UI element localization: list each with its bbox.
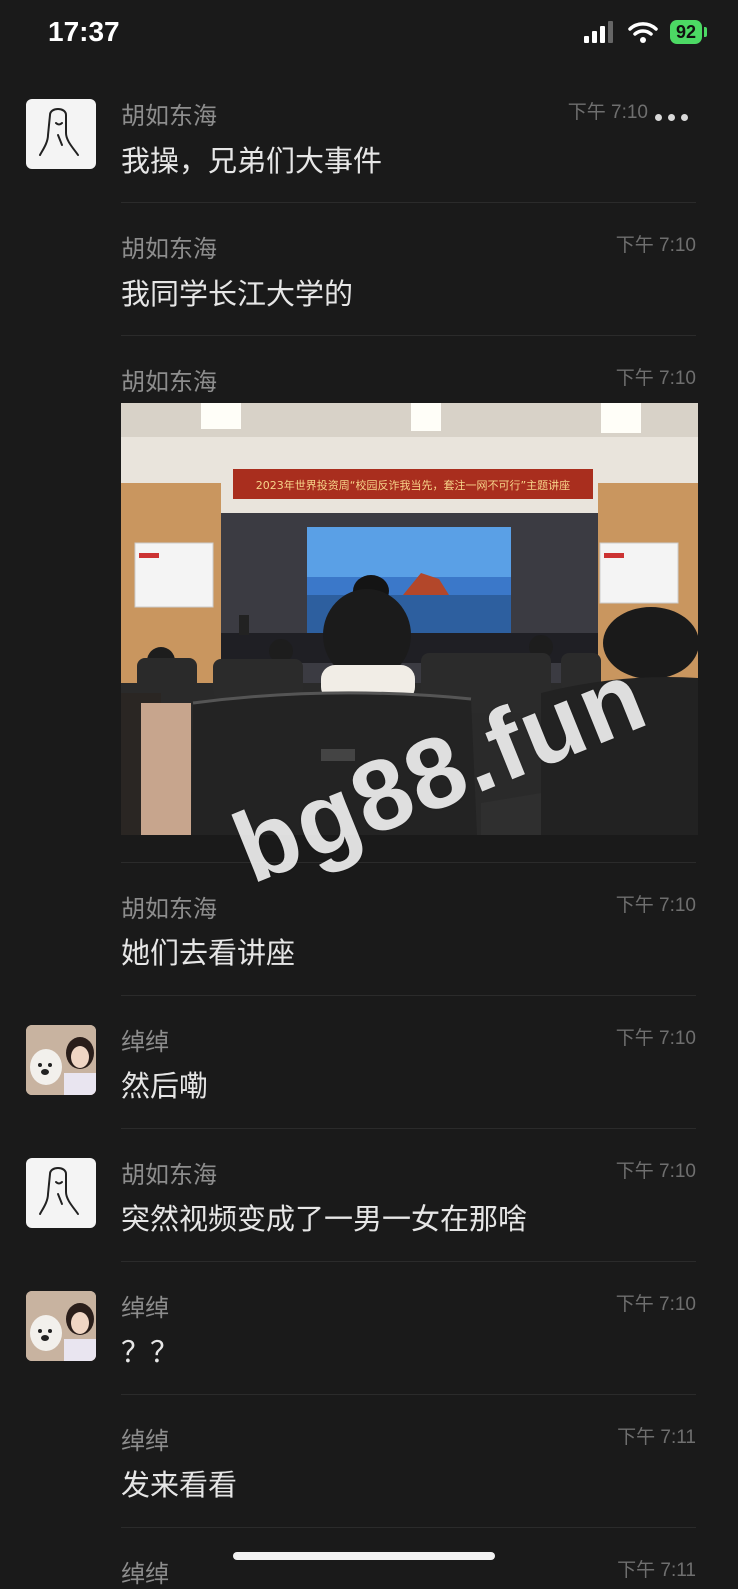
- message-text[interactable]: 她们去看讲座: [121, 930, 295, 972]
- avatar[interactable]: [26, 1025, 96, 1095]
- divider: [121, 335, 696, 336]
- sender-name: 绰绰: [121, 1294, 169, 1322]
- message-text[interactable]: 突然视频变成了一男一女在那啥: [121, 1196, 527, 1238]
- message-time: 下午 7:11: [617, 1427, 696, 1448]
- message-time: 下午 7:10: [615, 1028, 696, 1049]
- divider: [121, 1128, 696, 1129]
- avatar[interactable]: [26, 1158, 96, 1228]
- chat-image[interactable]: 2023年世界投资周“校园反诈我当先，套注一网不可行”主题讲座: [121, 403, 698, 835]
- divider: [121, 202, 696, 203]
- sender-name: 胡如东海: [121, 895, 217, 923]
- message-text[interactable]: 我操，兄弟们大事件: [121, 138, 382, 180]
- sender-name: 绰绰: [121, 1028, 169, 1056]
- battery-indicator: 92: [669, 20, 708, 44]
- message-time: 下午 7:10: [615, 895, 696, 916]
- more-options-icon[interactable]: [655, 114, 688, 121]
- sender-name: 胡如东海: [121, 1161, 217, 1189]
- message-time: 下午 7:10: [615, 368, 696, 389]
- sender-name: 胡如东海: [121, 102, 217, 130]
- sender-name: 胡如东海: [121, 235, 217, 263]
- message-text[interactable]: 然后嘞: [121, 1063, 208, 1105]
- home-indicator[interactable]: [233, 1552, 495, 1560]
- message-time: 下午 7:10: [567, 102, 648, 123]
- divider: [121, 1261, 696, 1262]
- wifi-icon: [628, 22, 658, 43]
- status-bar: 17:37 92: [0, 0, 738, 70]
- sender-name: 绰绰: [121, 1427, 169, 1455]
- message-text[interactable]: ？？: [121, 1329, 179, 1371]
- avatar[interactable]: [26, 1291, 96, 1361]
- message-text[interactable]: 发来看看: [121, 1462, 237, 1504]
- status-time: 17:37: [48, 16, 120, 47]
- divider: [121, 995, 696, 996]
- message-time: 下午 7:11: [617, 1560, 696, 1581]
- message-time: 下午 7:10: [615, 1161, 696, 1182]
- divider: [121, 862, 696, 863]
- avatar[interactable]: [26, 99, 96, 169]
- banner-text: 2023年世界投资周“校园反诈我当先，套注一网不可行”主题讲座: [256, 478, 570, 492]
- sender-name: 胡如东海: [121, 368, 217, 396]
- divider: [121, 1394, 696, 1395]
- message-text[interactable]: 我同学长江大学的: [121, 271, 353, 313]
- divider: [121, 1527, 696, 1528]
- status-icons: 92: [583, 20, 708, 44]
- signal-icon: [583, 21, 613, 43]
- message-time: 下午 7:10: [615, 235, 696, 256]
- message-time: 下午 7:10: [615, 1294, 696, 1315]
